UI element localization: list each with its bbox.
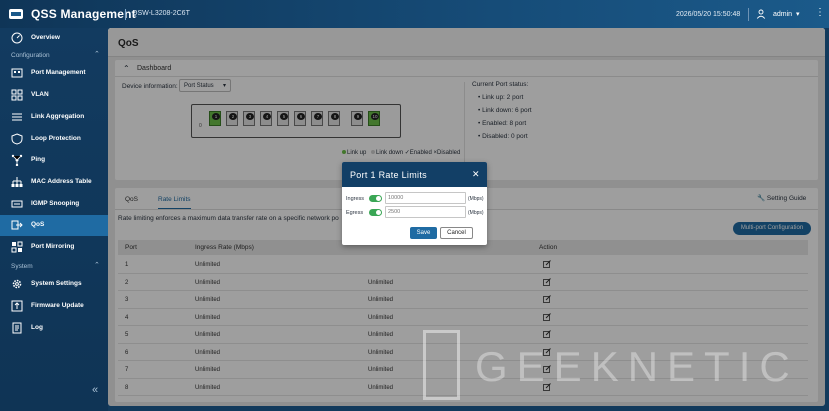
sidebar-item-label: Link Aggregation: [31, 113, 85, 120]
collapse-sidebar-icon[interactable]: «: [92, 384, 98, 396]
sidebar-item-vlan[interactable]: VLAN: [0, 85, 108, 106]
sidebar-item-igmp-snooping[interactable]: IGMP Snooping: [0, 194, 108, 215]
save-button[interactable]: Save: [410, 227, 437, 239]
more-options-icon[interactable]: ⋮: [815, 8, 825, 18]
dialog-header: Port 1 Rate Limits ✕: [342, 162, 487, 187]
igmp-icon: [11, 200, 23, 208]
sidebar: Overview Configuration ⌃ Port Management…: [0, 28, 108, 411]
sidebar-item-label: Loop Protection: [31, 135, 81, 142]
sidebar-item-label: Port Management: [31, 69, 86, 76]
sidebar-item-label: QoS: [31, 221, 45, 228]
watermark-box: [423, 330, 460, 400]
ingress-label: Ingress: [346, 196, 365, 202]
sidebar-item-label: System Settings: [31, 280, 82, 287]
qos-icon: [11, 220, 23, 230]
rate-limits-dialog: Port 1 Rate Limits ✕ Ingress (Mbps) Egre…: [342, 162, 487, 245]
sidebar-item-system-settings[interactable]: System Settings: [0, 274, 108, 295]
chevron-up-icon[interactable]: ⌃: [94, 50, 100, 58]
sidebar-item-ping[interactable]: Ping: [0, 150, 108, 171]
vlan-icon: [11, 89, 23, 101]
divider: [748, 8, 749, 21]
firmware-icon: [11, 300, 23, 312]
sidebar-item-label: VLAN: [31, 91, 49, 98]
ingress-input[interactable]: [385, 192, 466, 204]
mirror-icon: [11, 241, 23, 253]
divider: [125, 9, 126, 20]
sidebar-item-label: Ping: [31, 156, 46, 163]
egress-input[interactable]: [385, 206, 466, 218]
sidebar-item-qos[interactable]: QoS: [0, 215, 108, 236]
sidebar-item-firmware-update[interactable]: Firmware Update: [0, 296, 108, 317]
sidebar-item-mac-address-table[interactable]: MAC Address Table: [0, 172, 108, 193]
egress-label: Egress: [346, 210, 364, 216]
sidebar-item-label: Log: [31, 324, 43, 331]
log-icon: [12, 322, 22, 334]
user-menu[interactable]: admin: [773, 11, 792, 18]
sidebar-item-label: Firmware Update: [31, 302, 84, 309]
user-icon[interactable]: [756, 9, 766, 19]
chevron-down-icon[interactable]: ▾: [796, 10, 800, 18]
mac-table-icon: [11, 177, 23, 187]
dialog-title: Port 1 Rate Limits: [350, 170, 427, 180]
shield-icon: [11, 133, 23, 145]
ping-icon: [11, 154, 23, 166]
sidebar-item-label: IGMP Snooping: [31, 200, 80, 207]
chevron-up-icon[interactable]: ⌃: [94, 261, 100, 269]
model-name: QSW-L3208-2C6T: [132, 10, 190, 17]
sidebar-item-log[interactable]: Log: [0, 318, 108, 339]
port-management-icon: [11, 68, 23, 78]
overview-icon: [11, 32, 23, 44]
sidebar-item-loop-protection[interactable]: Loop Protection: [0, 129, 108, 150]
sidebar-item-port-management[interactable]: Port Management: [0, 63, 108, 84]
ingress-unit: (Mbps): [468, 196, 484, 202]
sidebar-item-link-aggregation[interactable]: Link Aggregation: [0, 107, 108, 128]
link-aggregation-icon: [12, 113, 22, 121]
egress-unit: (Mbps): [468, 210, 484, 216]
close-icon[interactable]: ✕: [472, 169, 480, 180]
top-bar: QSS Management QSW-L3208-2C6T 2026/05/20…: [0, 0, 829, 28]
egress-toggle[interactable]: [369, 209, 382, 216]
sidebar-item-port-mirroring[interactable]: Port Mirroring: [0, 237, 108, 258]
sidebar-item-label: MAC Address Table: [31, 178, 92, 185]
sidebar-item-label: Port Mirroring: [31, 243, 75, 250]
qnap-logo-icon: [9, 9, 23, 19]
section-system: System: [11, 263, 33, 270]
watermark: GEEKNETIC: [475, 343, 799, 390]
app-title: QSS Management: [31, 7, 136, 21]
cancel-button[interactable]: Cancel: [440, 227, 473, 239]
ingress-toggle[interactable]: [369, 195, 382, 202]
section-configuration: Configuration: [11, 52, 50, 59]
sidebar-item-overview[interactable]: Overview: [0, 28, 108, 49]
gear-icon: [12, 279, 22, 289]
sidebar-item-label: Overview: [31, 34, 60, 41]
datetime: 2026/05/20 15:50:48: [676, 11, 741, 18]
